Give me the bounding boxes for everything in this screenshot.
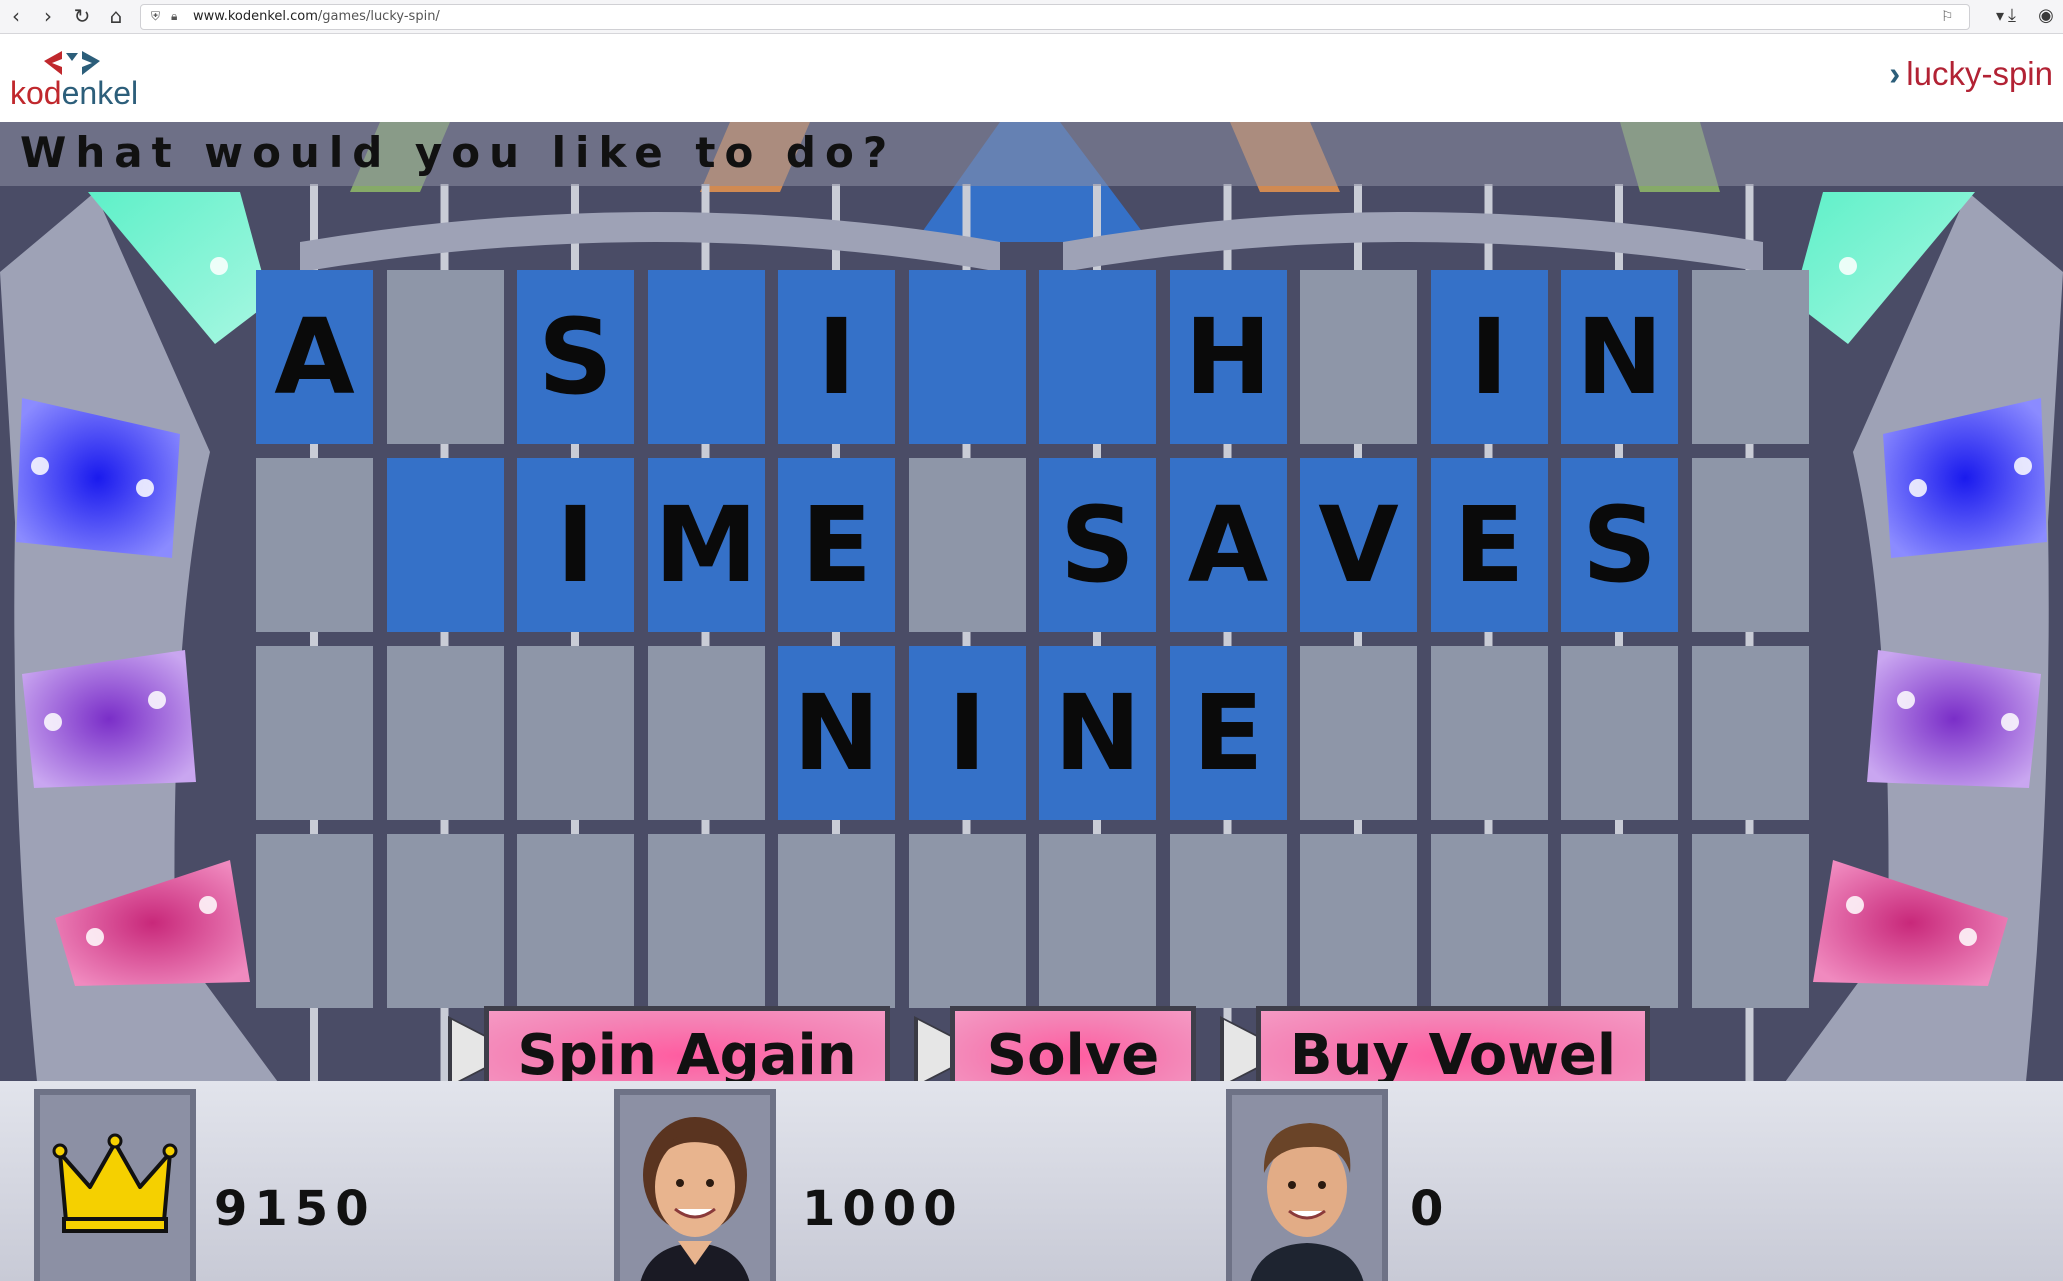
prompt-bar: What would you like to do? [0,122,2063,186]
board-tile [1561,834,1678,1008]
url-domain: www.kodenkel.com [193,9,318,24]
board-tile: M [647,458,765,632]
board-tile [256,834,373,1008]
board-tile [386,458,504,632]
board-tile [386,834,504,1008]
player-1-score: 9150 [214,1181,376,1237]
board-tile [908,458,1026,632]
board-tile: N [1561,270,1678,444]
board-tile: E [1430,458,1548,632]
board-tile: E [1169,646,1287,820]
board-tile [1430,834,1548,1008]
board-tile: S [1561,458,1678,632]
board-tile [256,646,373,820]
game-stage: What would you like to do? ASIHINIMESAVE… [0,122,2063,1281]
address-bar[interactable]: ⛨ 🔒︎ www.kodenkel.com/games/lucky-spin/ … [140,4,1970,30]
player-2-score: 1000 [802,1181,964,1237]
board-tile: E [778,458,895,632]
download-icon[interactable]: ⤓ [2000,4,2024,28]
bookmark-icon[interactable]: ⚐ [1941,9,1954,25]
board-tile [647,270,765,444]
board-tile [1561,646,1678,820]
player-tray: 9150 1000 0 [0,1081,2063,1281]
breadcrumb-arrow-icon: › [1889,55,1901,92]
crown-icon [52,1133,178,1233]
reload-icon[interactable]: ↻ [70,4,94,28]
board-tile [1300,646,1417,820]
board-tile: V [1300,458,1417,632]
forward-icon[interactable]: › [36,4,60,28]
board-tile [1430,646,1548,820]
url-path: /games/lucky-spin/ [317,9,440,24]
board-tile [1300,270,1417,444]
board-tile [1300,834,1417,1008]
board-tile [386,270,504,444]
player-3-portrait [1226,1089,1388,1281]
board-tile: I [517,458,634,632]
player-3-score: 0 [1410,1181,1451,1237]
board-tile [1691,834,1809,1008]
lock-icon: 🔒︎ [171,9,178,23]
player-1-portrait [34,1089,196,1281]
board-tile [1691,270,1809,444]
board-tile [778,834,895,1008]
board-tile [1039,834,1156,1008]
board-tile: S [1039,458,1156,632]
browser-toolbar: ‹ › ↻ ⌂ ⛨ 🔒︎ www.kodenkel.com/games/luck… [0,0,2063,34]
breadcrumb-label: lucky-spin [1906,55,2053,92]
board-tile: S [517,270,634,444]
board-tile [1691,458,1809,632]
url-text: www.kodenkel.com/games/lucky-spin/ [193,9,440,24]
back-icon[interactable]: ‹ [4,4,28,28]
board-tile [256,458,373,632]
board-tile [1169,834,1287,1008]
board-tile [517,646,634,820]
board-tile [647,646,765,820]
board-tile [1691,646,1809,820]
board-tile [908,834,1026,1008]
site-header: kodenkel › lucky-spin [0,35,2063,122]
board-tile [908,270,1026,444]
board-tile: I [908,646,1026,820]
board-tile [1039,270,1156,444]
breadcrumb[interactable]: › lucky-spin [1889,55,2053,93]
board-tile: A [256,270,373,444]
logo-enkel: enkel [61,75,139,111]
logo-kod: kod [10,75,62,111]
prompt-text: What would you like to do? [20,128,897,177]
man-portrait-icon [1250,1123,1364,1281]
board-tile: N [1039,646,1156,820]
board-tile: I [1430,270,1548,444]
board-tile: I [778,270,895,444]
kodenkel-logo-text[interactable]: kodenkel [10,75,138,112]
home-icon[interactable]: ⌂ [104,4,128,28]
board-tile: N [778,646,895,820]
shield-icon: ⛨ [151,9,161,23]
board-tile: H [1169,270,1287,444]
board-tile: A [1169,458,1287,632]
board-tile [386,646,504,820]
woman-portrait-icon [640,1117,750,1281]
board-tile [517,834,634,1008]
account-icon[interactable]: ◉ [2034,4,2058,28]
player-2-portrait [614,1089,776,1281]
board-tile [647,834,765,1008]
